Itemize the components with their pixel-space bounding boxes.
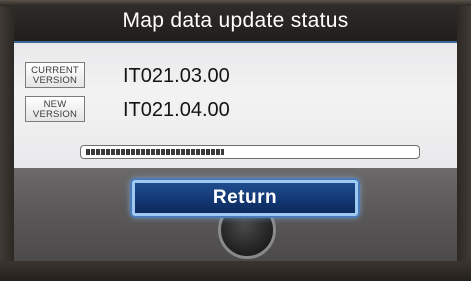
current-version-value: IT021.03.00 — [123, 65, 230, 87]
new-version-tag-line2: VERSION — [32, 109, 78, 120]
new-version-tag: NEW VERSION — [25, 96, 85, 122]
progress-fill — [86, 149, 224, 155]
left-bezel — [0, 6, 14, 264]
new-version-value: IT021.04.00 — [123, 99, 230, 121]
nav-screen: Map data update status CURRENT VERSION I… — [0, 0, 471, 281]
bottom-bezel — [0, 261, 471, 281]
current-version-tag-line2: VERSION — [32, 75, 78, 86]
update-progress-bar — [80, 145, 420, 159]
status-panel: CURRENT VERSION IT021.03.00 NEW VERSION … — [14, 43, 457, 168]
title-bar: Map data update status — [14, 6, 457, 43]
page-title: Map data update status — [122, 9, 349, 32]
return-button[interactable]: Return — [132, 180, 358, 216]
control-area: Return — [14, 168, 457, 261]
right-bezel — [457, 6, 471, 264]
return-button-label: Return — [212, 187, 278, 208]
current-version-tag: CURRENT VERSION — [25, 62, 85, 88]
